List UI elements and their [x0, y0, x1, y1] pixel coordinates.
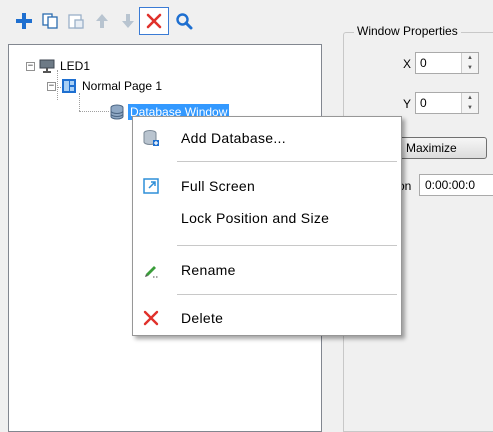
tree-connector	[79, 93, 80, 111]
spin-up-icon[interactable]: ▲	[462, 53, 478, 63]
y-label: Y	[403, 97, 412, 111]
paste-icon[interactable]	[64, 9, 88, 33]
add-icon[interactable]	[12, 9, 36, 33]
move-up-icon[interactable]	[90, 9, 114, 33]
x-value: 0	[420, 56, 427, 70]
menu-separator	[177, 245, 397, 246]
duration-field[interactable]: 0:00:00:0	[419, 174, 493, 196]
monitor-icon	[39, 58, 55, 74]
tree-node-label: LED1	[60, 59, 91, 73]
y-spin-arrows[interactable]: ▲ ▼	[461, 93, 478, 113]
x-spin-arrows[interactable]: ▲ ▼	[461, 53, 478, 73]
spin-up-icon[interactable]: ▲	[462, 93, 478, 103]
tree-connector	[79, 111, 109, 112]
x-label: X	[403, 57, 412, 71]
menu-item-lock-position[interactable]: Lock Position and Size	[135, 205, 399, 231]
menu-item-label: Rename	[181, 262, 236, 278]
rename-icon	[141, 260, 161, 280]
toolbar	[0, 0, 330, 38]
expander-page[interactable]: −	[47, 82, 56, 91]
full-screen-icon	[141, 176, 161, 196]
menu-separator	[177, 161, 397, 162]
menu-item-add-database[interactable]: Add Database...	[135, 125, 399, 151]
spin-down-icon[interactable]: ▼	[462, 103, 478, 113]
menu-item-label: Lock Position and Size	[181, 210, 330, 226]
add-database-icon	[141, 128, 161, 148]
database-icon	[109, 104, 125, 120]
delete-icon[interactable]	[139, 7, 169, 35]
spin-down-icon[interactable]: ▼	[462, 63, 478, 73]
menu-item-label: Delete	[181, 310, 224, 326]
copy-icon[interactable]	[38, 9, 62, 33]
tree-node-normal-page[interactable]: Normal Page 1	[61, 77, 164, 95]
menu-item-full-screen[interactable]: Full Screen	[135, 173, 399, 199]
menu-item-delete[interactable]: Delete	[135, 305, 399, 331]
tree-node-label: Normal Page 1	[82, 79, 163, 93]
menu-separator	[177, 294, 397, 295]
menu-item-rename[interactable]: Rename	[135, 257, 399, 283]
maximize-button[interactable]: Maximize	[397, 137, 487, 159]
search-icon[interactable]	[172, 9, 196, 33]
menu-item-label: Add Database...	[181, 130, 286, 146]
y-value: 0	[420, 96, 427, 110]
menu-item-label: Full Screen	[181, 178, 256, 194]
tree-node-led1[interactable]: LED1	[39, 57, 92, 75]
x-spinbox[interactable]: 0 ▲ ▼	[415, 52, 479, 74]
window-properties-title: Window Properties	[354, 24, 461, 38]
expander-root[interactable]: −	[26, 62, 35, 71]
delete-icon	[141, 308, 161, 328]
move-down-icon[interactable]	[116, 9, 140, 33]
context-menu: Add Database... Full Screen Lock Positio…	[132, 116, 402, 336]
page-layout-icon	[61, 78, 77, 94]
y-spinbox[interactable]: 0 ▲ ▼	[415, 92, 479, 114]
